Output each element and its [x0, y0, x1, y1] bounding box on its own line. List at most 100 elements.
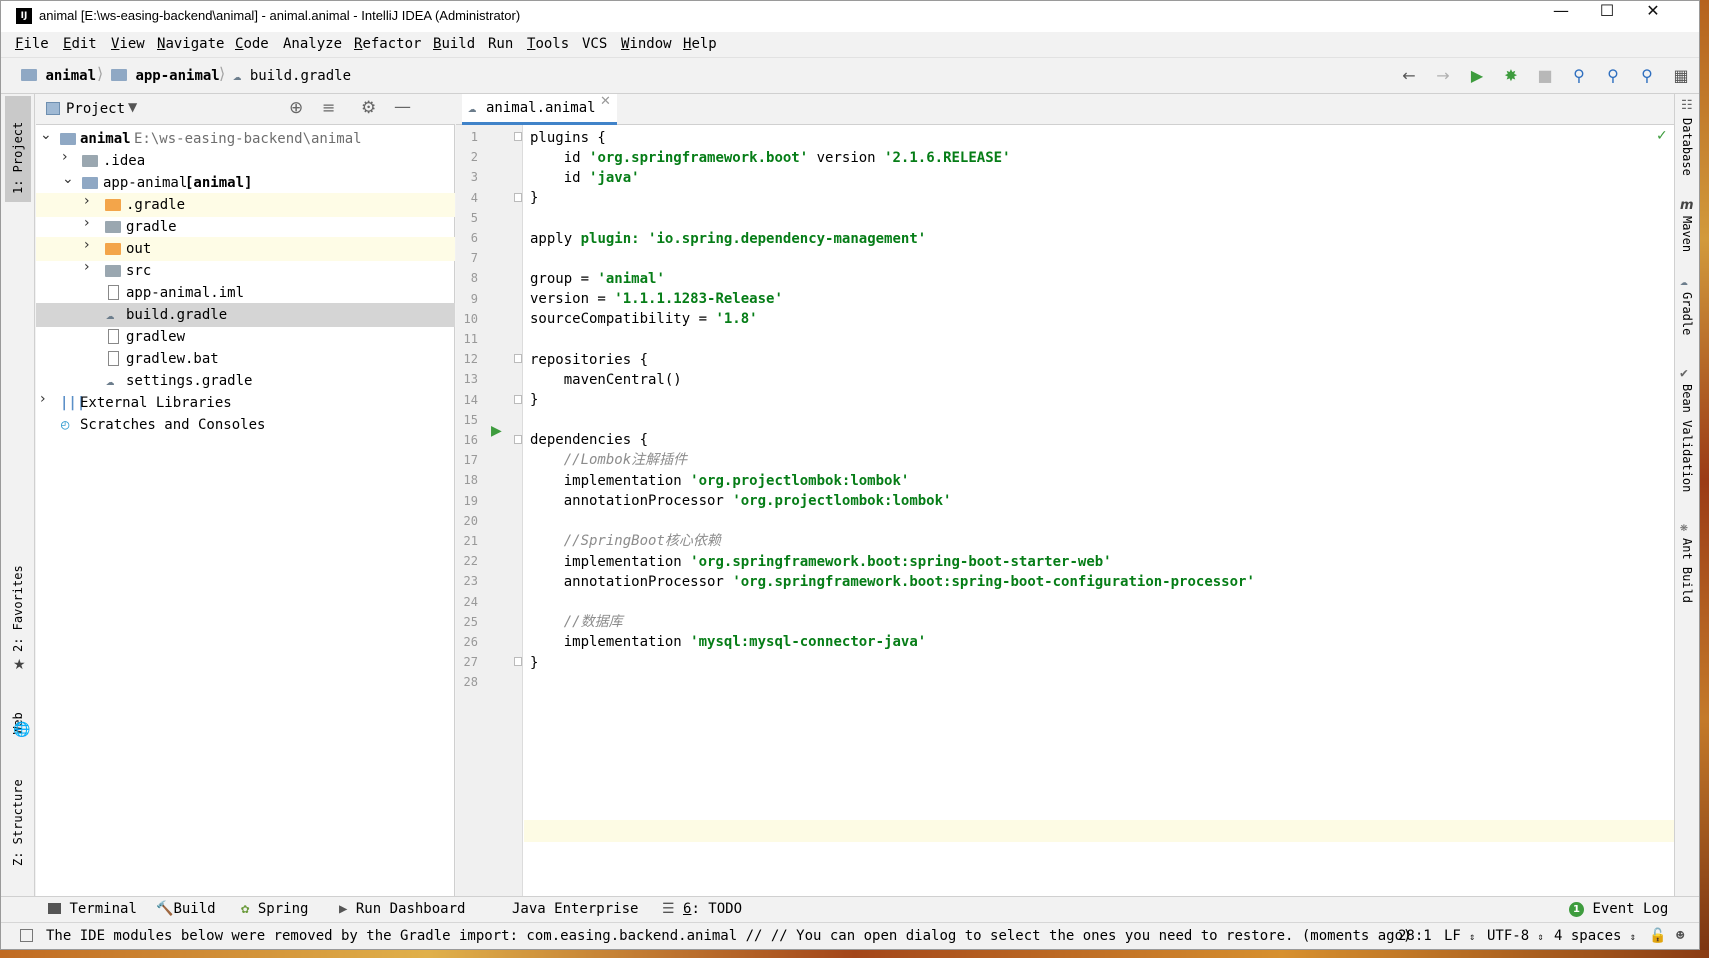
chevron-right-icon[interactable]: › — [84, 237, 90, 253]
replace-icon[interactable]: ⚲ — [1636, 66, 1658, 86]
close-tab-icon[interactable]: ✕ — [600, 94, 611, 109]
chevron-right-icon[interactable]: › — [62, 149, 68, 165]
collapse-all-icon[interactable]: ≡ — [322, 98, 335, 117]
tree-item-build-gradle[interactable]: ☁ build.gradle — [36, 303, 455, 327]
menu-file[interactable]: File — [15, 36, 49, 52]
indent-selector[interactable]: 4 spaces ⇕ — [1554, 928, 1636, 944]
tree-item-dot-gradle[interactable]: › .gradle — [36, 193, 455, 217]
encoding-selector[interactable]: UTF-8 ⇕ — [1487, 928, 1544, 944]
tree-item-gradlew-bat[interactable]: gradlew.bat — [36, 347, 455, 371]
chevron-down-icon[interactable]: ▼ — [128, 100, 137, 114]
tree-item-settings-gradle[interactable]: ☁ settings.gradle — [36, 369, 455, 393]
menu-view[interactable]: View — [111, 36, 145, 52]
fold-marker-icon[interactable] — [514, 354, 522, 363]
menu-analyze[interactable]: Analyze — [283, 36, 342, 52]
breadcrumb-build-gradle[interactable]: ☁ build.gradle — [233, 68, 351, 84]
run-icon[interactable]: ▶ — [1466, 66, 1488, 86]
fold-marker-icon[interactable] — [514, 435, 522, 444]
code-token: id — [563, 150, 581, 166]
stop-icon[interactable]: ■ — [1534, 66, 1556, 86]
tree-item-scratches[interactable]: ◴ Scratches and Consoles — [36, 413, 455, 437]
breadcrumb-app-animal[interactable]: app-animal — [111, 68, 220, 84]
tree-item-label: gradlew.bat — [126, 351, 219, 367]
run-gutter-icon[interactable]: ▶ — [491, 423, 502, 439]
gradle-tool-tab[interactable]: Gradle — [1680, 292, 1694, 335]
bean-validation-tool-tab[interactable]: Bean Validation — [1680, 384, 1694, 492]
close-icon[interactable]: ✕ — [1630, 1, 1676, 32]
chevron-down-icon[interactable]: ⌄ — [40, 127, 52, 143]
structure-tool-tab[interactable]: Z: Structure — [11, 766, 25, 866]
chevron-down-icon[interactable]: ⌄ — [62, 171, 74, 187]
code-string: 'org.springframework.boot:spring-boot-co… — [732, 574, 1255, 590]
editor-tab-active[interactable]: ☁ animal.animal ✕ — [462, 94, 617, 125]
chevron-right-icon[interactable]: › — [40, 391, 46, 407]
menu-run[interactable]: Run — [488, 36, 513, 52]
inspector-icon[interactable]: ☻ — [1676, 928, 1684, 944]
line-separator-selector[interactable]: LF ⇕ — [1444, 928, 1475, 944]
maven-tool-tab[interactable]: Maven — [1680, 216, 1694, 252]
breadcrumb-animal[interactable]: animal — [21, 68, 96, 84]
tree-item-app-animal[interactable]: ⌄ app-animal [animal] — [36, 171, 455, 195]
tree-item-animal[interactable]: ⌄ animal E:\ws-easing-backend\animal — [36, 127, 455, 151]
database-tool-tab[interactable]: Database — [1680, 118, 1694, 176]
iml-file-icon — [108, 285, 119, 300]
code-token: } — [530, 392, 539, 408]
fold-marker-icon[interactable] — [514, 657, 522, 666]
tree-item-idea[interactable]: › .idea — [36, 149, 455, 173]
toggle-tool-windows-icon[interactable] — [20, 929, 33, 942]
menu-refactor[interactable]: Refactor — [354, 36, 421, 52]
chevron-right-icon[interactable]: › — [84, 215, 90, 231]
chevron-right-icon[interactable]: › — [84, 193, 90, 209]
fold-marker-icon[interactable] — [514, 132, 522, 141]
debug-icon[interactable]: ✸ — [1500, 66, 1522, 86]
menu-tools[interactable]: Tools — [527, 36, 569, 52]
code-token: version — [816, 150, 876, 166]
tree-item-gradlew[interactable]: gradlew — [36, 325, 455, 349]
search-everywhere-icon[interactable]: ⚲ — [1568, 66, 1590, 86]
hide-panel-icon[interactable]: — — [394, 97, 411, 117]
event-log-button[interactable]: 1 Event Log — [1569, 901, 1668, 917]
code-string: 'animal' — [597, 271, 665, 287]
menu-navigate[interactable]: Navigate — [157, 36, 224, 52]
maximize-icon[interactable]: ☐ — [1584, 1, 1630, 32]
chevron-right-icon[interactable]: › — [84, 259, 90, 275]
build-button[interactable]: 🔨Build — [156, 901, 216, 917]
java-enterprise-button[interactable]: Java Enterprise — [512, 901, 638, 917]
tree-item-out[interactable]: › out — [36, 237, 455, 261]
tree-item-external-libraries[interactable]: › ||| External Libraries — [36, 391, 455, 415]
fold-marker-icon[interactable] — [514, 395, 522, 404]
project-structure-icon[interactable]: ▦ — [1670, 66, 1692, 86]
module-folder-icon — [21, 69, 37, 81]
project-view-title[interactable]: Project — [66, 101, 125, 117]
tree-item-src[interactable]: › src — [36, 259, 455, 283]
ant-build-tool-tab[interactable]: Ant Build — [1680, 538, 1694, 603]
project-tool-tab-label[interactable]: 1: Project — [11, 104, 25, 194]
locate-file-icon[interactable]: ⊕ — [289, 98, 303, 118]
tree-item-app-animal-iml[interactable]: app-animal.iml — [36, 281, 455, 305]
todo-button[interactable]: ☰ 6: TODO — [662, 901, 742, 917]
menu-help[interactable]: Help — [683, 36, 717, 52]
status-message[interactable]: The IDE modules below were removed by th… — [46, 928, 1411, 944]
caret-position[interactable]: 28:1 — [1398, 928, 1432, 944]
gear-icon[interactable]: ⚙ — [361, 98, 376, 118]
menu-build[interactable]: Build — [433, 36, 475, 52]
terminal-button[interactable]: Terminal — [48, 901, 137, 917]
line-number: 10 — [463, 311, 478, 326]
menu-vcs[interactable]: VCS — [582, 36, 607, 52]
forward-arrow-icon[interactable]: → — [1432, 66, 1454, 86]
tree-item-gradle[interactable]: › gradle — [36, 215, 455, 239]
minimize-icon[interactable]: — — [1538, 1, 1584, 32]
run-dashboard-button[interactable]: ▶ Run Dashboard — [339, 901, 465, 917]
lock-icon[interactable]: 🔓 — [1649, 928, 1666, 944]
find-icon[interactable]: ⚲ — [1602, 66, 1624, 86]
menu-code[interactable]: Code — [235, 36, 269, 52]
back-arrow-icon[interactable]: ← — [1398, 66, 1420, 86]
fold-marker-icon[interactable] — [514, 193, 522, 202]
favorites-tool-tab[interactable]: 2: Favorites — [11, 552, 25, 652]
breadcrumb-build-gradle-label: build.gradle — [249, 68, 352, 84]
spring-button[interactable]: ✿ Spring — [241, 901, 308, 917]
menu-window[interactable]: Window — [621, 36, 672, 52]
line-number: 22 — [463, 554, 478, 569]
menu-edit[interactable]: Edit — [63, 36, 97, 52]
maven-icon: m — [1680, 198, 1694, 213]
